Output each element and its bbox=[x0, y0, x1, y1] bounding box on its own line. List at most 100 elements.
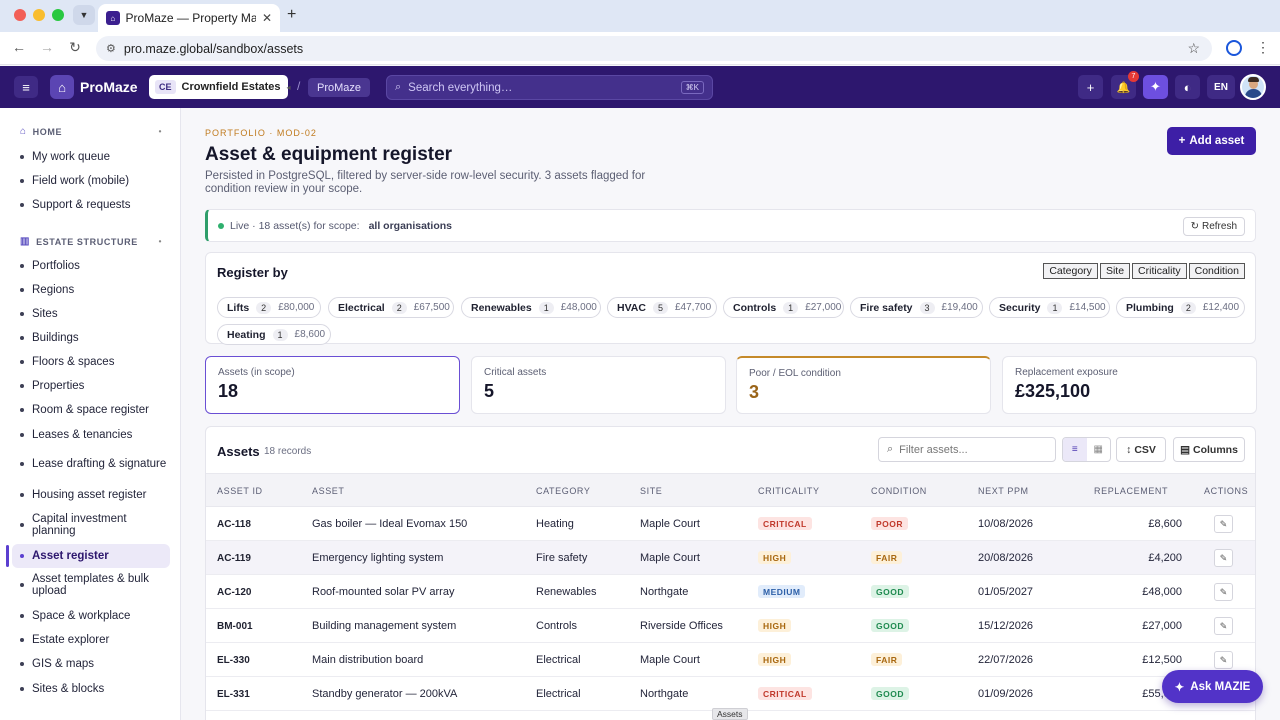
ai-sparkle-button[interactable]: ✦ bbox=[1143, 75, 1168, 99]
asset-name-cell: Building management system bbox=[312, 620, 457, 632]
sidebar-item-estate-explorer[interactable]: Estate explorer bbox=[12, 628, 170, 652]
sidebar-item-regions[interactable]: Regions bbox=[12, 278, 170, 302]
menu-hamburger-icon[interactable]: ≡ bbox=[14, 76, 38, 98]
sidebar-item-properties[interactable]: Properties bbox=[12, 374, 170, 398]
category-chip-controls[interactable]: Controls 1 £27,000 bbox=[723, 297, 844, 318]
notifications-bell-button[interactable]: 🔔 7 bbox=[1111, 71, 1139, 99]
column-header-next-ppm[interactable]: NEXT PPM bbox=[978, 486, 1029, 496]
address-bar[interactable]: ⚙ pro.maze.global/sandbox/assets ☆ bbox=[96, 36, 1212, 61]
sidebar-item-space-workplace[interactable]: Space & workplace bbox=[12, 604, 170, 628]
global-search-input[interactable] bbox=[408, 81, 659, 94]
edit-pencil-icon[interactable]: ✎ bbox=[1214, 617, 1233, 635]
category-chip-lifts[interactable]: Lifts 2 £80,000 bbox=[217, 297, 321, 318]
sidebar-item-room-space-register[interactable]: Room & space register bbox=[12, 398, 170, 422]
filter-assets[interactable]: ⌕ bbox=[878, 437, 1056, 462]
forward-arrow-icon[interactable]: → bbox=[38, 39, 56, 55]
browser-menu-icon[interactable]: ⋮ bbox=[1256, 39, 1270, 56]
register-by-category-button[interactable]: Category bbox=[1043, 263, 1098, 279]
category-chip-electrical[interactable]: Electrical 2 £67,500 bbox=[328, 297, 454, 318]
brand-name: ProMaze bbox=[80, 79, 138, 95]
create-plus-button[interactable]: + bbox=[1078, 75, 1103, 99]
bookmark-star-icon[interactable]: ☆ bbox=[1187, 40, 1200, 57]
ask-mazie-button[interactable]: ✦ Ask MAZIE bbox=[1162, 670, 1263, 703]
column-header-condition[interactable]: CONDITION bbox=[871, 486, 927, 496]
kpi-critical-assets[interactable]: Critical assets 5 bbox=[471, 356, 726, 414]
new-tab-plus-icon[interactable]: + bbox=[287, 6, 296, 24]
edit-pencil-icon[interactable]: ✎ bbox=[1214, 515, 1233, 533]
category-chip-heating[interactable]: Heating 1 £8,600 bbox=[217, 324, 331, 345]
category-chip-fire-safety[interactable]: Fire safety 3 £19,400 bbox=[850, 297, 983, 318]
sidebar-item-capital-investment-planning[interactable]: Capital investment planning bbox=[12, 510, 170, 540]
sidebar-item-asset-templates-bulk-upload[interactable]: Asset templates & bulk upload bbox=[12, 570, 170, 600]
sidebar-item-sites[interactable]: Sites bbox=[12, 302, 170, 326]
window-minimize-button[interactable] bbox=[33, 9, 45, 21]
sidebar-item-support-requests[interactable]: Support & requests bbox=[12, 193, 170, 217]
category-chip-hvac[interactable]: HVAC 5 £47,700 bbox=[607, 297, 717, 318]
register-by-criticality-button[interactable]: Criticality bbox=[1132, 263, 1187, 279]
user-avatar[interactable] bbox=[1240, 74, 1266, 100]
window-zoom-button[interactable] bbox=[52, 9, 64, 21]
reload-icon[interactable]: ↻ bbox=[66, 39, 84, 56]
kpi-replacement-exposure[interactable]: Replacement exposure £325,100 bbox=[1002, 356, 1257, 414]
tab-close-icon[interactable]: ✕ bbox=[262, 11, 272, 25]
column-header-actions[interactable]: ACTIONS bbox=[1204, 486, 1248, 496]
table-row[interactable]: AC-118 Gas boiler — Ideal Evomax 150 Heati… bbox=[206, 507, 1255, 541]
register-by-condition-button[interactable]: Condition bbox=[1188, 263, 1245, 279]
kpi-assets-in-scope[interactable]: Assets (in scope) 18 bbox=[205, 356, 460, 414]
sidebar-item-my-work-queue[interactable]: My work queue bbox=[12, 145, 170, 169]
add-asset-button[interactable]: + Add asset bbox=[1167, 127, 1256, 155]
language-switcher[interactable]: EN bbox=[1207, 75, 1235, 99]
global-search[interactable]: ⌕ ⌘K bbox=[386, 75, 713, 100]
sidebar-item-sites-blocks[interactable]: Sites & blocks bbox=[12, 677, 170, 701]
category-chip-renewables[interactable]: Renewables 1 £48,000 bbox=[461, 297, 601, 318]
columns-button[interactable]: ▤ Columns bbox=[1173, 437, 1245, 462]
register-by-site-button[interactable]: Site bbox=[1099, 263, 1131, 279]
browser-tab[interactable]: ⌂ ProMaze — Property Management ✕ bbox=[98, 4, 280, 32]
sidebar-item-lease-drafting-signature[interactable]: Lease drafting & signature bbox=[12, 449, 170, 479]
sidebar-item-portfolios[interactable]: Portfolios bbox=[12, 254, 170, 278]
breadcrumb-workspace[interactable]: ProMaze bbox=[308, 78, 371, 97]
edit-pencil-icon[interactable]: ✎ bbox=[1214, 583, 1233, 601]
category-chip-plumbing[interactable]: Plumbing 2 £12,400 bbox=[1116, 297, 1245, 318]
edit-pencil-icon[interactable]: ✎ bbox=[1214, 549, 1233, 567]
column-header-site[interactable]: SITE bbox=[640, 486, 662, 496]
organisation-switcher[interactable]: CE Crownfield Estates ◂ bbox=[149, 75, 291, 99]
sidebar-item-gis-maps[interactable]: GIS & maps bbox=[12, 652, 170, 676]
tab-search-chevron-icon[interactable]: ▼ bbox=[73, 5, 95, 25]
table-row[interactable]: BM-001 Building management system Controls… bbox=[206, 609, 1255, 643]
promaze-logo[interactable]: ⌂ bbox=[50, 75, 74, 99]
browser-profile-icon[interactable] bbox=[1226, 40, 1242, 56]
table-row[interactable]: EL-330 Main distribution board Electrical M… bbox=[206, 643, 1255, 677]
sidebar-item-housing-asset-register[interactable]: Housing asset register bbox=[12, 483, 170, 507]
sidebar-item-buildings[interactable]: Buildings bbox=[12, 326, 170, 350]
csv-export-button[interactable]: ↕ CSV bbox=[1116, 437, 1166, 462]
back-arrow-icon[interactable]: ← bbox=[10, 39, 28, 55]
sidebar-item-floors-spaces[interactable]: Floors & spaces bbox=[12, 350, 170, 374]
table-row[interactable]: AC-120 Roof-mounted solar PV array Renewab… bbox=[206, 575, 1255, 609]
sidebar-section-home[interactable]: ⌂ HOME • bbox=[20, 126, 162, 137]
filter-assets-input[interactable] bbox=[899, 443, 1040, 456]
asset-name-cell: Gas boiler — Ideal Evomax 150 bbox=[312, 518, 468, 530]
ask-mazie-label: Ask MAZIE bbox=[1190, 680, 1251, 693]
grid-view-icon[interactable]: ▦ bbox=[1087, 438, 1111, 461]
list-view-icon[interactable]: ≡ bbox=[1063, 438, 1087, 461]
theme-toggle-button[interactable]: ◐ bbox=[1175, 75, 1200, 99]
kpi-poor-eol-condition[interactable]: Poor / EOL condition 3 bbox=[736, 356, 991, 414]
sidebar-section-estate-structure[interactable]: ▥ ESTATE STRUCTURE • bbox=[20, 236, 162, 247]
column-header-category[interactable]: CATEGORY bbox=[536, 486, 590, 496]
page-eyebrow: PORTFOLIO · MOD-02 bbox=[205, 128, 317, 138]
column-header-asset-id[interactable]: ASSET ID bbox=[217, 486, 263, 496]
refresh-button[interactable]: ↻ Refresh bbox=[1182, 217, 1245, 236]
sidebar-item-leases-tenancies[interactable]: Leases & tenancies bbox=[12, 423, 170, 447]
column-header-asset[interactable]: ASSET bbox=[312, 486, 345, 496]
table-row[interactable]: EL-331 Standby generator — 200kVA Electric… bbox=[206, 677, 1255, 711]
site-settings-icon[interactable]: ⚙ bbox=[106, 42, 116, 55]
category-chip-security[interactable]: Security 1 £14,500 bbox=[989, 297, 1110, 318]
sidebar-item-asset-register[interactable]: Asset register bbox=[12, 544, 170, 568]
column-header-replacement[interactable]: REPLACEMENT bbox=[1094, 486, 1168, 496]
column-header-criticality[interactable]: CRITICALITY bbox=[758, 486, 820, 496]
sidebar-item-field-work-mobile[interactable]: Field work (mobile) bbox=[12, 169, 170, 193]
table-row[interactable]: AC-119 Emergency lighting system Fire safe… bbox=[206, 541, 1255, 575]
edit-pencil-icon[interactable]: ✎ bbox=[1214, 651, 1233, 669]
window-close-button[interactable] bbox=[14, 9, 26, 21]
